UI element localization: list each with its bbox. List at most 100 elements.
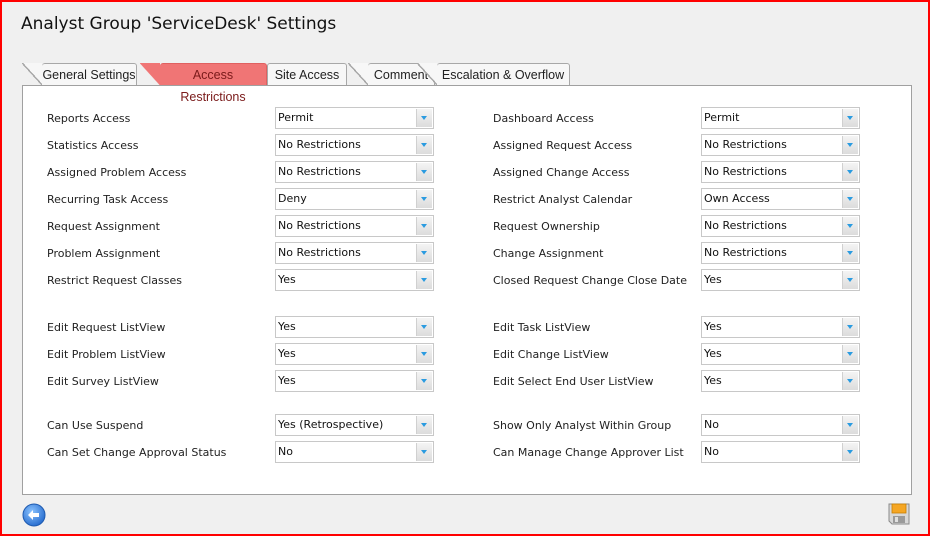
select-value: No: [704, 418, 719, 431]
chevron-down-icon[interactable]: [842, 443, 858, 461]
select-value: Own Access: [704, 192, 770, 205]
chevron-down-icon[interactable]: [416, 217, 432, 235]
select-value: Yes: [704, 374, 722, 387]
save-button[interactable]: [887, 502, 911, 526]
label-assigned-request-access: Assigned Request Access: [493, 138, 633, 152]
select-value: Yes: [278, 347, 296, 360]
select-can-set-change-approval-status[interactable]: No: [275, 441, 434, 463]
label-can-manage-change-approver-list: Can Manage Change Approver List: [493, 445, 684, 459]
label-dashboard-access: Dashboard Access: [493, 111, 594, 125]
select-value: No Restrictions: [704, 219, 787, 232]
label-request-ownership: Request Ownership: [493, 219, 600, 233]
select-value: Yes: [278, 374, 296, 387]
chevron-down-icon[interactable]: [842, 416, 858, 434]
chevron-down-icon[interactable]: [842, 136, 858, 154]
select-change-assignment[interactable]: No Restrictions: [701, 242, 860, 264]
chevron-down-icon[interactable]: [416, 163, 432, 181]
tab-site-access[interactable]: Site Access: [267, 63, 347, 85]
settings-window: Analyst Group 'ServiceDesk' Settings Gen…: [0, 0, 930, 536]
select-value: Permit: [278, 111, 314, 124]
label-edit-task-listview: Edit Task ListView: [493, 320, 591, 334]
chevron-down-icon[interactable]: [416, 416, 432, 434]
label-problem-assignment: Problem Assignment: [47, 246, 161, 260]
select-edit-survey-listview[interactable]: Yes: [275, 370, 434, 392]
chevron-down-icon[interactable]: [416, 443, 432, 461]
label-edit-request-listview: Edit Request ListView: [47, 320, 166, 334]
access-restrictions-panel: Reports Access Permit Statistics Access No …: [22, 85, 912, 495]
select-dashboard-access[interactable]: Permit: [701, 107, 860, 129]
select-value: Yes (Retrospective): [278, 418, 384, 431]
chevron-down-icon[interactable]: [416, 345, 432, 363]
select-show-only-analyst-within-group[interactable]: No: [701, 414, 860, 436]
select-value: No Restrictions: [278, 246, 361, 259]
chevron-down-icon[interactable]: [842, 372, 858, 390]
label-restrict-request-classes: Restrict Request Classes: [47, 273, 183, 287]
back-arrow-icon: [22, 503, 46, 527]
chevron-down-icon[interactable]: [842, 109, 858, 127]
select-restrict-request-classes[interactable]: Yes: [275, 269, 434, 291]
chevron-down-icon[interactable]: [842, 271, 858, 289]
select-assigned-change-access[interactable]: No Restrictions: [701, 161, 860, 183]
select-can-manage-change-approver-list[interactable]: No: [701, 441, 860, 463]
select-reports-access[interactable]: Permit: [275, 107, 434, 129]
label-show-only-analyst-within-group: Show Only Analyst Within Group: [493, 418, 672, 432]
select-can-use-suspend[interactable]: Yes (Retrospective): [275, 414, 434, 436]
select-value: No Restrictions: [704, 138, 787, 151]
chevron-down-icon[interactable]: [842, 163, 858, 181]
select-value: No: [704, 445, 719, 458]
select-value: Yes: [278, 320, 296, 333]
select-value: No Restrictions: [704, 165, 787, 178]
select-assigned-request-access[interactable]: No Restrictions: [701, 134, 860, 156]
chevron-down-icon[interactable]: [416, 190, 432, 208]
chevron-down-icon[interactable]: [842, 190, 858, 208]
select-value: Yes: [704, 320, 722, 333]
select-value: No Restrictions: [278, 219, 361, 232]
select-statistics-access[interactable]: No Restrictions: [275, 134, 434, 156]
label-can-set-change-approval-status: Can Set Change Approval Status: [47, 445, 227, 459]
select-request-ownership[interactable]: No Restrictions: [701, 215, 860, 237]
select-value: Deny: [278, 192, 307, 205]
select-value: Yes: [278, 273, 296, 286]
select-restrict-analyst-calendar[interactable]: Own Access: [701, 188, 860, 210]
select-request-assignment[interactable]: No Restrictions: [275, 215, 434, 237]
chevron-down-icon[interactable]: [416, 109, 432, 127]
label-reports-access: Reports Access: [47, 111, 131, 125]
label-closed-request-change-close-date: Closed Request Change Close Date: [493, 273, 687, 287]
select-value: No Restrictions: [278, 165, 361, 178]
select-edit-problem-listview[interactable]: Yes: [275, 343, 434, 365]
chevron-down-icon[interactable]: [416, 372, 432, 390]
chevron-down-icon[interactable]: [416, 136, 432, 154]
chevron-down-icon[interactable]: [416, 271, 432, 289]
select-edit-select-end-user-listview[interactable]: Yes: [701, 370, 860, 392]
select-edit-task-listview[interactable]: Yes: [701, 316, 860, 338]
chevron-down-icon[interactable]: [842, 244, 858, 262]
label-assigned-problem-access: Assigned Problem Access: [47, 165, 187, 179]
tab-access-restrictions[interactable]: Access Restrictions: [140, 63, 267, 104]
tab-general-settings[interactable]: General Settings: [22, 63, 137, 85]
select-value: Permit: [704, 111, 740, 124]
back-button[interactable]: [22, 503, 46, 527]
chevron-down-icon[interactable]: [842, 318, 858, 336]
label-statistics-access: Statistics Access: [47, 138, 139, 152]
label-assigned-change-access: Assigned Change Access: [493, 165, 630, 179]
chevron-down-icon[interactable]: [416, 244, 432, 262]
select-problem-assignment[interactable]: No Restrictions: [275, 242, 434, 264]
select-assigned-problem-access[interactable]: No Restrictions: [275, 161, 434, 183]
select-recurring-task-access[interactable]: Deny: [275, 188, 434, 210]
select-edit-request-listview[interactable]: Yes: [275, 316, 434, 338]
label-can-use-suspend: Can Use Suspend: [47, 418, 144, 432]
select-value: No: [278, 445, 293, 458]
label-edit-change-listview: Edit Change ListView: [493, 347, 609, 361]
chevron-down-icon[interactable]: [416, 318, 432, 336]
select-closed-request-change-close-date[interactable]: Yes: [701, 269, 860, 291]
chevron-down-icon[interactable]: [842, 217, 858, 235]
label-recurring-task-access: Recurring Task Access: [47, 192, 169, 206]
select-value: No Restrictions: [704, 246, 787, 259]
floppy-disk-icon: [888, 503, 910, 525]
tab-escalation-overflow[interactable]: Escalation & Overflow: [417, 63, 570, 85]
page-title: Analyst Group 'ServiceDesk' Settings: [21, 14, 337, 34]
select-edit-change-listview[interactable]: Yes: [701, 343, 860, 365]
select-value: Yes: [704, 347, 722, 360]
label-edit-select-end-user-listview: Edit Select End User ListView: [493, 374, 654, 388]
chevron-down-icon[interactable]: [842, 345, 858, 363]
